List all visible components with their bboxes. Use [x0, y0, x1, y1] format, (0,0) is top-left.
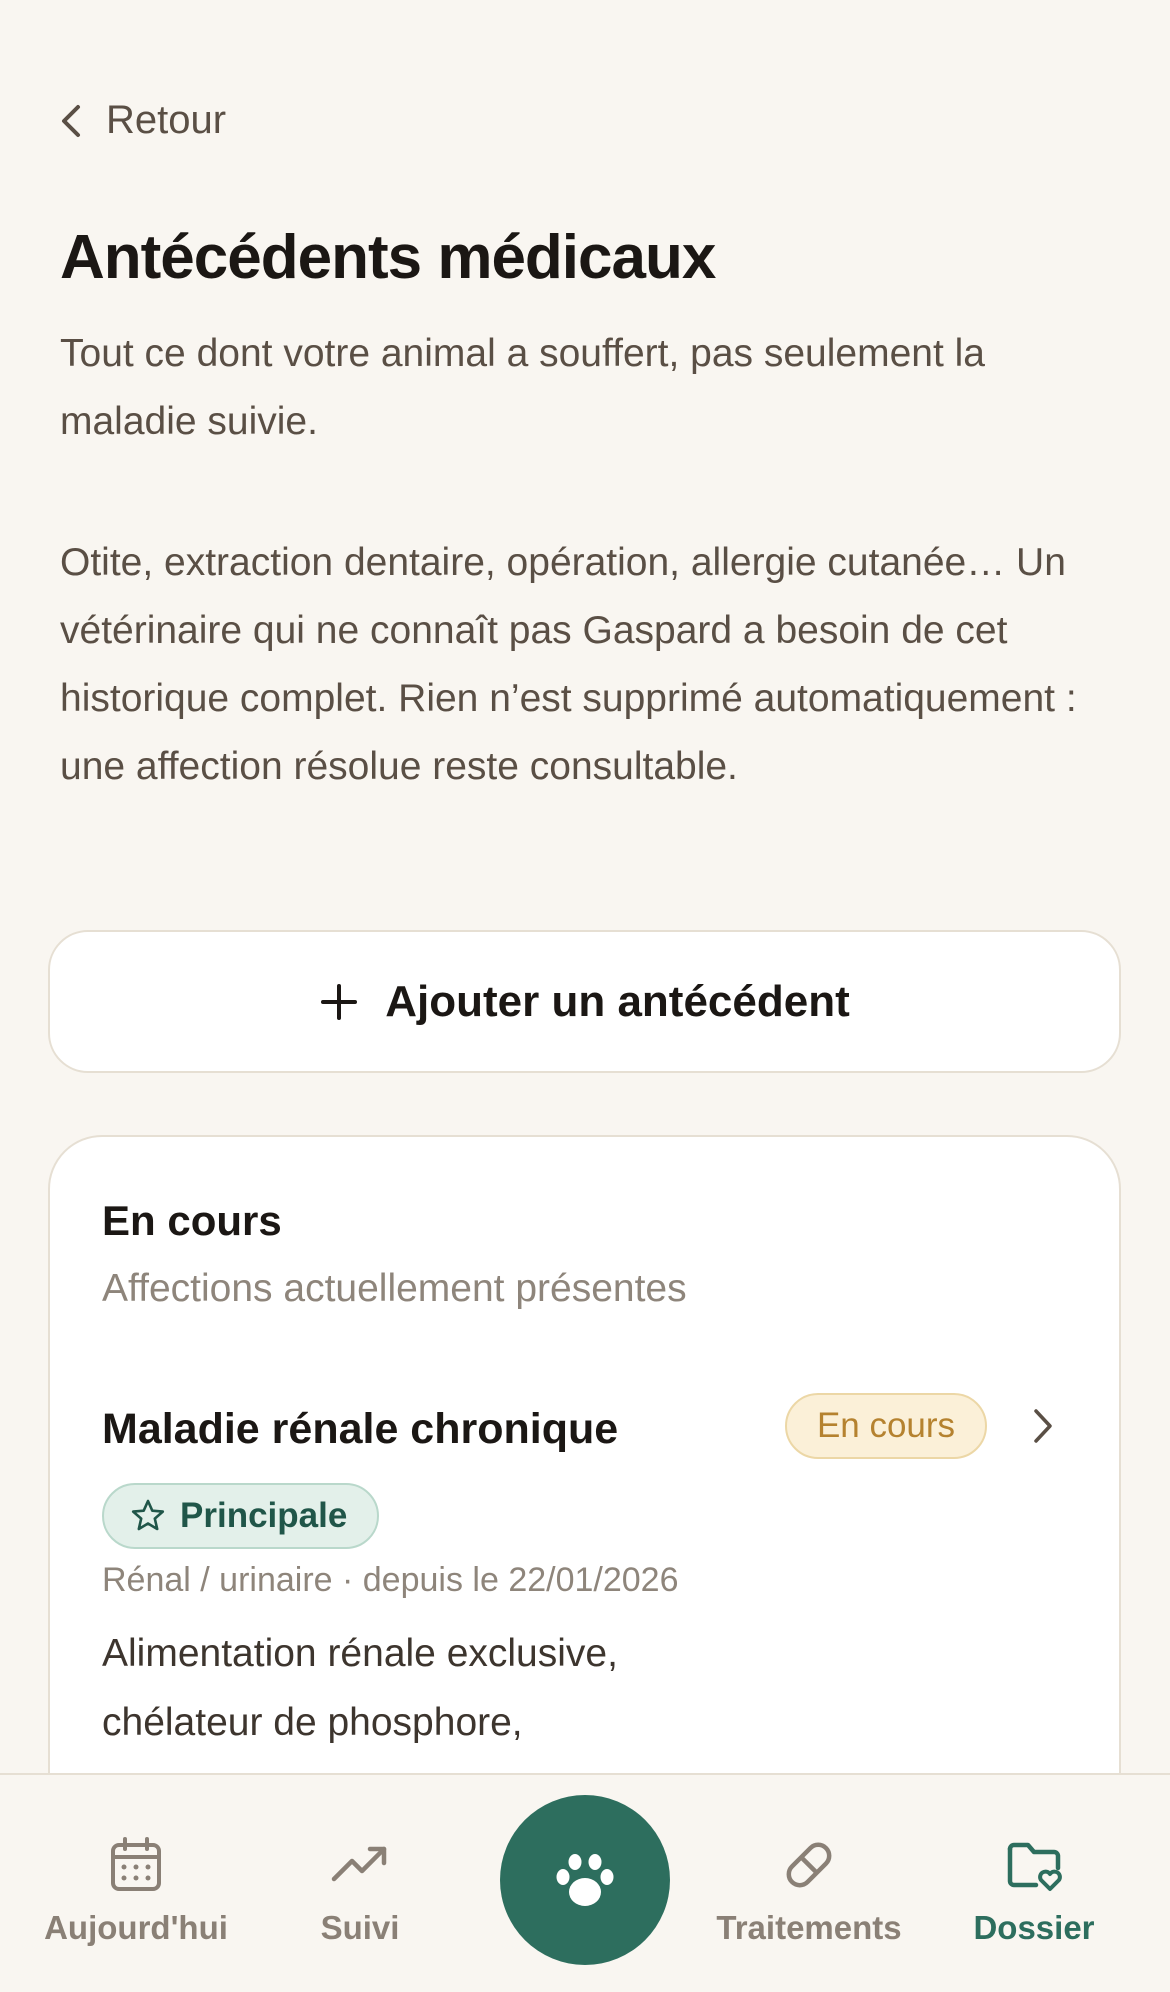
- principal-badge: Principale: [102, 1483, 380, 1549]
- tab-label: Traitements: [716, 1909, 902, 1946]
- status-badge: En cours: [785, 1393, 987, 1459]
- back-button[interactable]: Retour: [58, 98, 226, 143]
- tab-records[interactable]: Dossier: [934, 1835, 1134, 1947]
- intro-paragraph: Otite, extraction dentaire, opération, a…: [60, 541, 1077, 788]
- intro-text: Tout ce dont votre animal a souffert, pa…: [60, 320, 1100, 801]
- page-title: Antécédents médicaux: [60, 223, 716, 292]
- section-title: En cours: [102, 1197, 282, 1244]
- section-subtitle: Affections actuellement présentes: [102, 1267, 687, 1310]
- bottom-tab-bar: Aujourd'hui Suivi Traitements Dossier: [0, 1773, 1170, 1992]
- tab-treatments[interactable]: Traitements: [709, 1835, 909, 1947]
- back-label: Retour: [106, 98, 227, 142]
- tab-label: Aujourd'hui: [44, 1909, 228, 1946]
- plus-icon: [321, 983, 358, 1020]
- condition-title: Maladie rénale chronique: [102, 1405, 619, 1453]
- intro-paragraph: Tout ce dont votre animal a souffert, pa…: [60, 332, 985, 443]
- screen: Retour Antécédents médicaux Tout ce dont…: [0, 0, 1170, 1992]
- add-history-label: Ajouter un antécédent: [385, 976, 850, 1026]
- tab-label: Dossier: [973, 1909, 1095, 1946]
- tab-today[interactable]: Aujourd'hui: [36, 1835, 236, 1947]
- pet-profile-button[interactable]: [500, 1795, 670, 1965]
- tab-tracking[interactable]: Suivi: [260, 1835, 460, 1947]
- paw-icon: [556, 1854, 614, 1906]
- trend-icon: [331, 1846, 387, 1882]
- chevron-right-icon[interactable]: [1032, 1407, 1054, 1445]
- add-history-button[interactable]: Ajouter un antécédent: [48, 930, 1121, 1073]
- principal-label: Principale: [180, 1496, 348, 1535]
- pill-icon: [786, 1842, 832, 1888]
- calendar-icon: [111, 1837, 161, 1891]
- folder-heart-icon: [1007, 1842, 1062, 1891]
- chevron-left-icon: [62, 104, 80, 137]
- condition-meta: Rénal / urinaire · depuis le 22/01/2026: [102, 1561, 679, 1599]
- star-icon: [131, 1499, 165, 1531]
- condition-description: Alimentation rénale exclusive, chélateur…: [102, 1632, 618, 1744]
- tab-label: Suivi: [320, 1909, 400, 1946]
